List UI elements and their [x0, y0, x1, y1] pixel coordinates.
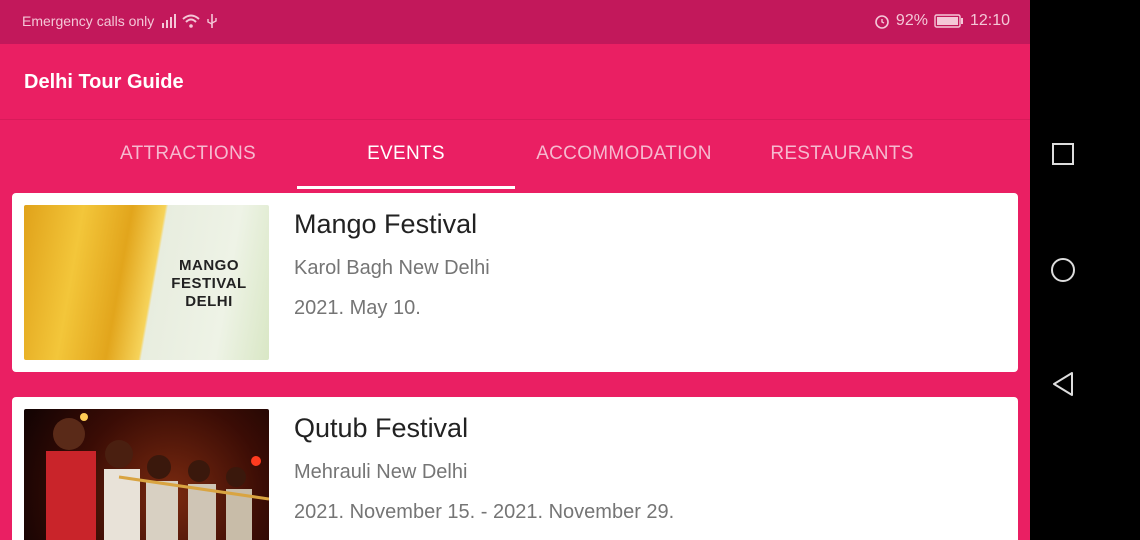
app-screen: Emergency calls only 92% 12:10 Delhi Tou…: [0, 0, 1030, 540]
event-card[interactable]: Qutub Festival Mehrauli New Delhi 2021. …: [12, 397, 1018, 540]
tab-accommodation[interactable]: ACCOMMODATION: [515, 119, 733, 189]
alarm-icon: [875, 15, 889, 29]
tab-indicator: [297, 186, 515, 189]
usb-icon: [207, 14, 217, 28]
battery-percent: 92%: [895, 12, 928, 29]
event-image: MANGO FESTIVAL DELHI: [24, 205, 269, 360]
signal-icon: [162, 14, 177, 28]
tab-bar: ATTRACTIONS EVENTS ACCOMMODATION RESTAUR…: [0, 119, 1030, 189]
navigation-bar: [1030, 0, 1140, 540]
event-image-text: MANGO FESTIVAL DELHI: [171, 257, 247, 310]
home-icon: [1051, 258, 1075, 282]
status-bar: Emergency calls only 92% 12:10: [0, 0, 1030, 44]
event-title: Mango Festival: [294, 209, 478, 239]
event-date: 2021. May 10.: [294, 297, 421, 319]
battery-icon: [934, 14, 963, 28]
event-title: Qutub Festival: [294, 413, 469, 443]
status-right: 92% 12:10: [874, 12, 1010, 30]
status-left: Emergency calls only: [22, 13, 218, 29]
back-icon: [1053, 372, 1073, 396]
recent-apps-icon: [1052, 143, 1074, 165]
wifi-icon: [182, 14, 200, 28]
app-bar: Delhi Tour Guide: [0, 44, 1030, 120]
tab-events[interactable]: EVENTS: [297, 119, 515, 189]
event-date: 2021. November 15. - 2021. November 29.: [294, 501, 675, 523]
concert-photo: [46, 413, 269, 540]
home-button[interactable]: [1046, 253, 1080, 287]
event-location: Karol Bagh New Delhi: [294, 257, 490, 279]
app-title: Delhi Tour Guide: [24, 71, 184, 93]
recent-apps-button[interactable]: [1046, 137, 1080, 171]
event-image: [24, 409, 269, 540]
event-location: Mehrauli New Delhi: [294, 461, 468, 483]
tab-restaurants[interactable]: RESTAURANTS: [733, 119, 951, 189]
clock: 12:10: [969, 12, 1010, 29]
carrier-text: Emergency calls only: [22, 13, 155, 29]
back-button[interactable]: [1046, 367, 1080, 401]
event-card[interactable]: MANGO FESTIVAL DELHI Mango Festival Karo…: [12, 193, 1018, 372]
tab-attractions[interactable]: ATTRACTIONS: [79, 119, 297, 189]
